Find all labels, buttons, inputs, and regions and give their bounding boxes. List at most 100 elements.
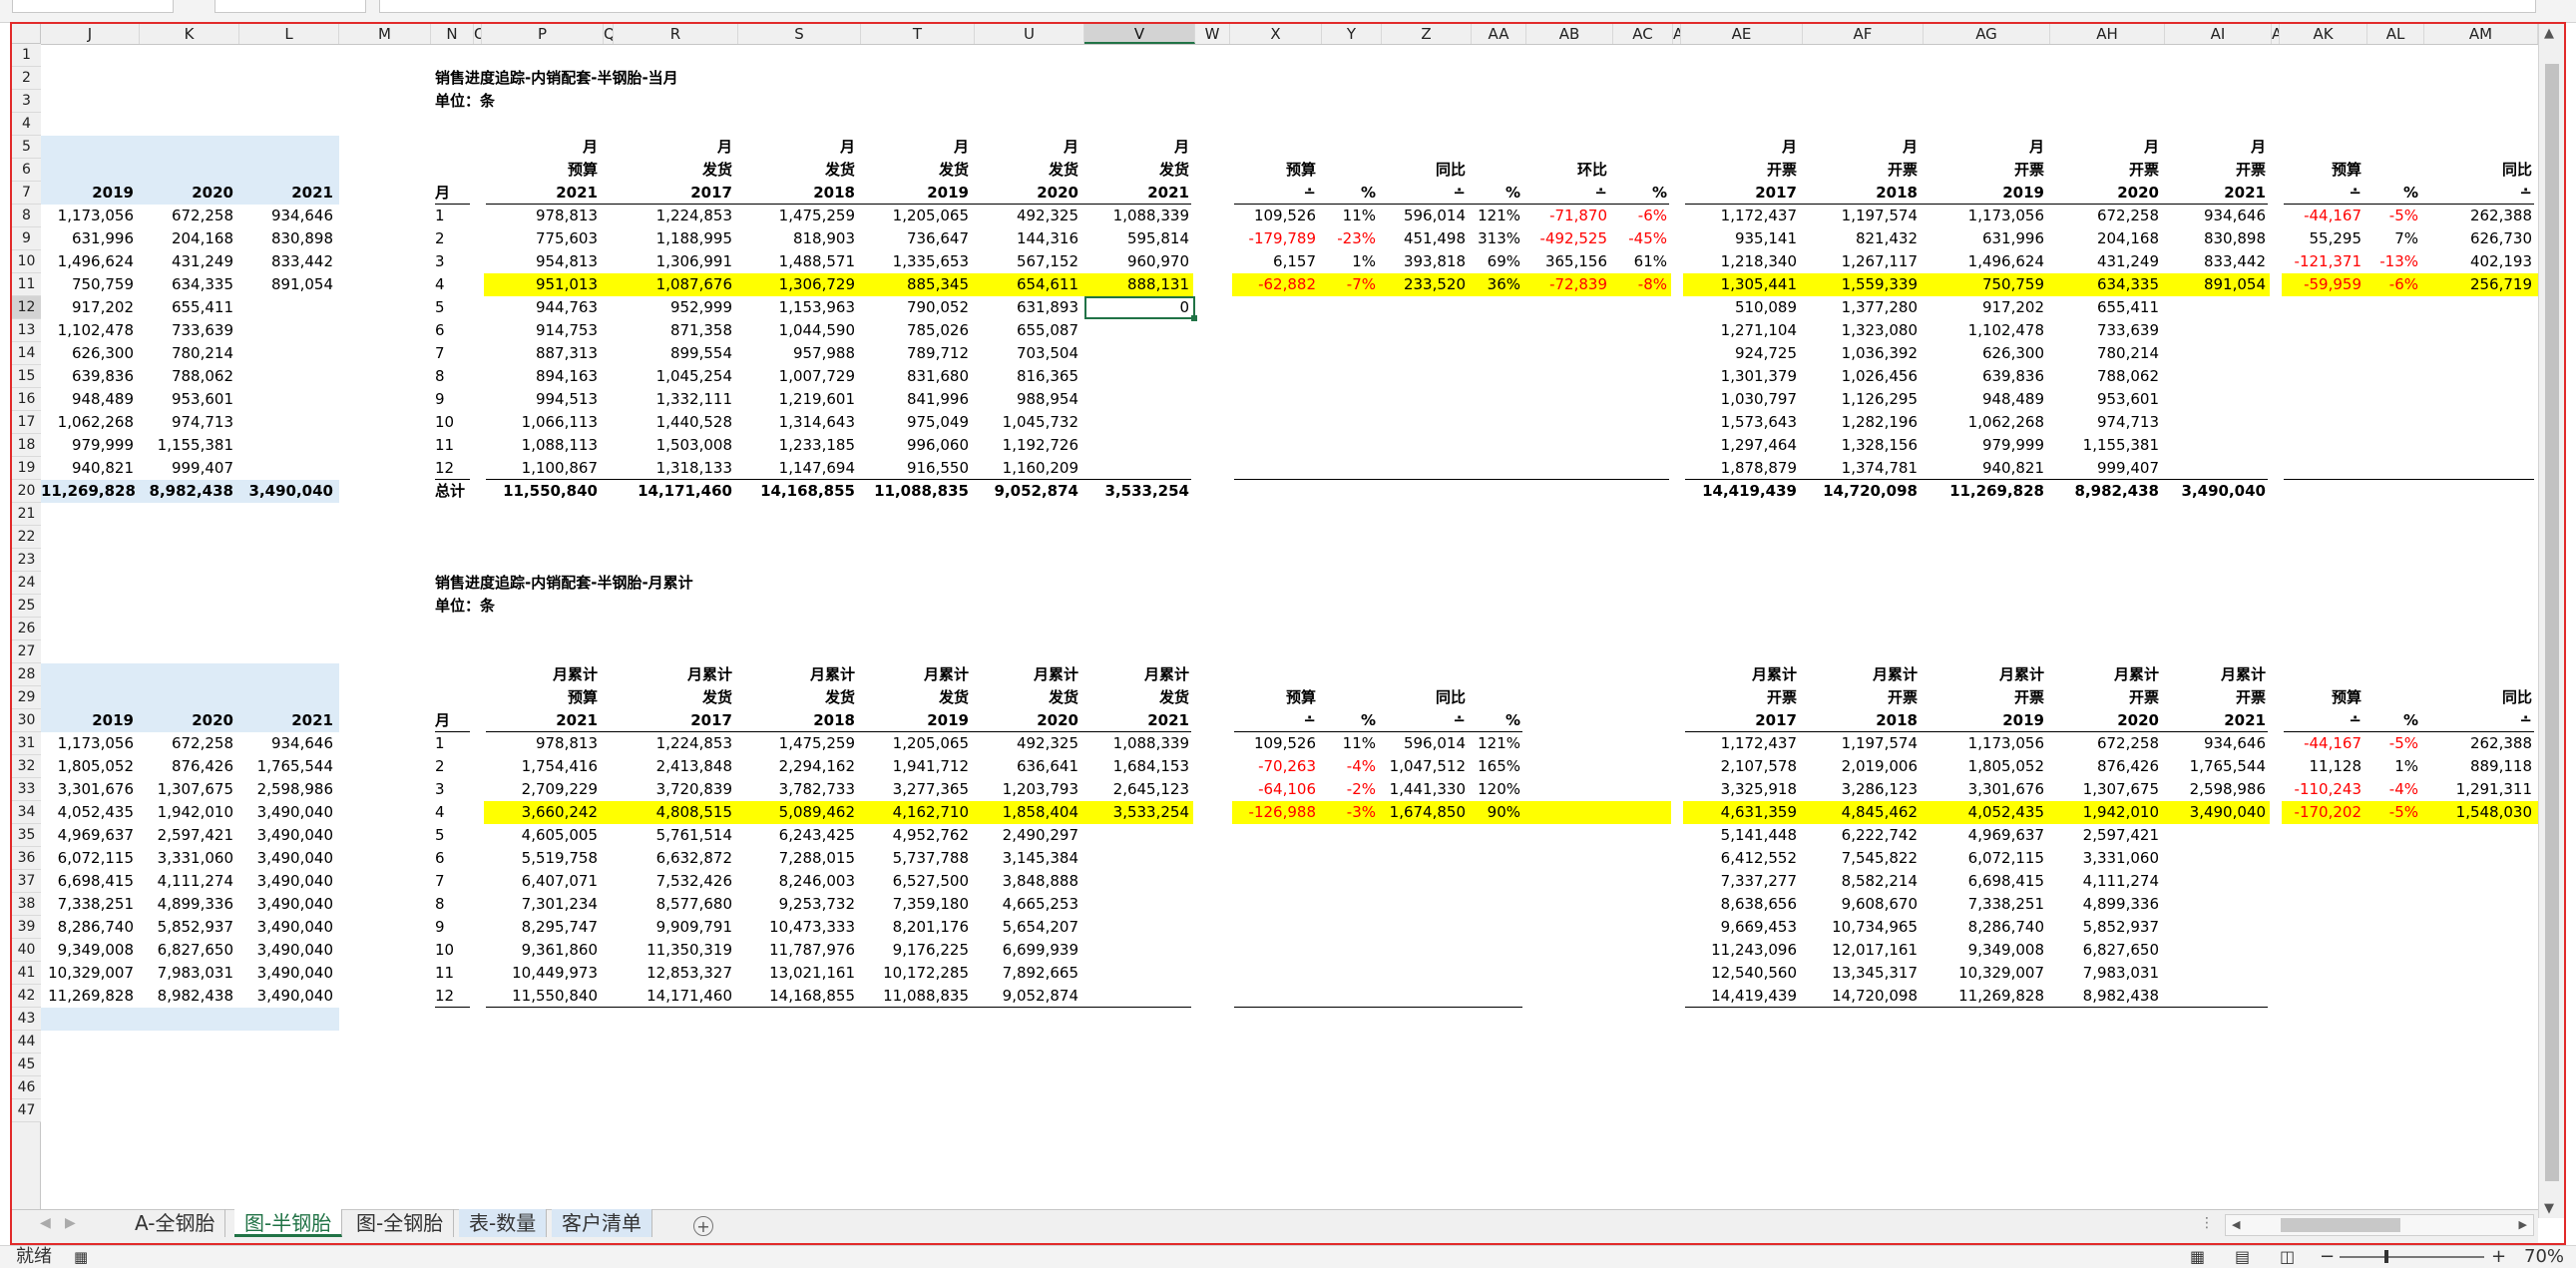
cell-z32[interactable]: 1,047,512	[1382, 755, 1472, 778]
cell-ak32[interactable]: 11,128	[2280, 755, 2367, 778]
cell-k33[interactable]: 1,307,675	[140, 778, 239, 801]
cell-ag18[interactable]: 979,999	[1924, 434, 2050, 457]
column-header-ab[interactable]: AB	[1526, 24, 1613, 44]
cell-ae41[interactable]: 12,540,560	[1681, 962, 1803, 985]
cell-p32[interactable]: 1,754,416	[482, 755, 604, 778]
cell-k41[interactable]: 7,983,031	[140, 962, 239, 985]
cell-l15[interactable]	[239, 365, 339, 388]
cell-v5[interactable]: 月	[1084, 136, 1195, 159]
horizontal-scrollbar[interactable]: ◀ ▶	[2225, 1214, 2534, 1236]
cell-s16[interactable]: 1,219,601	[738, 388, 861, 411]
cell-j18[interactable]: 979,999	[41, 434, 140, 457]
cell-ag11[interactable]: 750,759	[1924, 273, 2050, 296]
cell-t42[interactable]: 11,088,835	[861, 985, 975, 1008]
cell-v14[interactable]	[1084, 342, 1195, 365]
cell-u42[interactable]: 9,052,874	[975, 985, 1084, 1008]
cell-n31[interactable]: 1	[431, 732, 474, 755]
cell-af7[interactable]: 2018	[1803, 182, 1924, 205]
cell-r17[interactable]: 1,440,528	[614, 411, 738, 434]
cell-ai36[interactable]	[2165, 847, 2272, 870]
cell-l39[interactable]: 3,490,040	[239, 916, 339, 939]
cell-ai5[interactable]: 月	[2165, 136, 2272, 159]
cell-j14[interactable]: 626,300	[41, 342, 140, 365]
cell-s5[interactable]: 月	[738, 136, 861, 159]
cell-s14[interactable]: 957,988	[738, 342, 861, 365]
cell-u13[interactable]: 655,087	[975, 319, 1084, 342]
row-header-10[interactable]: 10	[12, 250, 41, 273]
cell-ak11[interactable]: -59,959	[2280, 273, 2367, 296]
row-header-27[interactable]: 27	[12, 640, 41, 663]
cell-ai17[interactable]	[2165, 411, 2272, 434]
cell-l35[interactable]: 3,490,040	[239, 824, 339, 847]
cell-ag20[interactable]: 11,269,828	[1924, 480, 2050, 503]
cell-ah14[interactable]: 780,214	[2050, 342, 2165, 365]
cell-x30[interactable]: ∸	[1230, 709, 1322, 732]
cell-ac8[interactable]: -6%	[1613, 205, 1673, 227]
column-header-af[interactable]: AF	[1803, 24, 1924, 44]
cell-am11[interactable]: 256,719	[2424, 273, 2538, 296]
cell-x9[interactable]: -179,789	[1230, 227, 1322, 250]
cell-s39[interactable]: 10,473,333	[738, 916, 861, 939]
cell-u40[interactable]: 6,699,939	[975, 939, 1084, 962]
cell-k19[interactable]: 999,407	[140, 457, 239, 480]
row-header-22[interactable]: 22	[12, 526, 41, 549]
cell-v30[interactable]: 2021	[1084, 709, 1195, 732]
scroll-right-icon[interactable]: ▶	[2519, 1218, 2527, 1231]
cell-ah6[interactable]: 开票	[2050, 159, 2165, 182]
cell-y9[interactable]: -23%	[1322, 227, 1382, 250]
cell-n33[interactable]: 3	[431, 778, 474, 801]
cell-ah13[interactable]: 733,639	[2050, 319, 2165, 342]
cell-k36[interactable]: 3,331,060	[140, 847, 239, 870]
cell-ah39[interactable]: 5,852,937	[2050, 916, 2165, 939]
cell-ae32[interactable]: 2,107,578	[1681, 755, 1803, 778]
cell-ah32[interactable]: 876,426	[2050, 755, 2165, 778]
cell-ae30[interactable]: 2017	[1681, 709, 1803, 732]
cell-z7[interactable]: ∸	[1382, 182, 1472, 205]
cell-ae17[interactable]: 1,573,643	[1681, 411, 1803, 434]
cell-ae14[interactable]: 924,725	[1681, 342, 1803, 365]
cell-j12[interactable]: 917,202	[41, 296, 140, 319]
cell-ae15[interactable]: 1,301,379	[1681, 365, 1803, 388]
row-header-17[interactable]: 17	[12, 411, 41, 434]
cell-af18[interactable]: 1,328,156	[1803, 434, 1924, 457]
cell-ae11[interactable]: 1,305,441	[1681, 273, 1803, 296]
cell-ae28[interactable]: 月累计	[1681, 663, 1803, 686]
cell-l11[interactable]: 891,054	[239, 273, 339, 296]
cell-x8[interactable]: 109,526	[1230, 205, 1322, 227]
column-header-ai[interactable]: AI	[2165, 24, 2272, 44]
cell-k35[interactable]: 2,597,421	[140, 824, 239, 847]
cell-r16[interactable]: 1,332,111	[614, 388, 738, 411]
cell-l16[interactable]	[239, 388, 339, 411]
row-header-41[interactable]: 41	[12, 962, 41, 985]
cell-af36[interactable]: 7,545,822	[1803, 847, 1924, 870]
cell-k16[interactable]: 953,601	[140, 388, 239, 411]
cell-ae9[interactable]: 935,141	[1681, 227, 1803, 250]
cell-aa11[interactable]: 36%	[1472, 273, 1526, 296]
cell-j39[interactable]: 8,286,740	[41, 916, 140, 939]
cell-n8[interactable]: 1	[431, 205, 474, 227]
cell-p15[interactable]: 894,163	[482, 365, 604, 388]
cell-v17[interactable]	[1084, 411, 1195, 434]
cell-r8[interactable]: 1,224,853	[614, 205, 738, 227]
cell-s6[interactable]: 发货	[738, 159, 861, 182]
cell-ag41[interactable]: 10,329,007	[1924, 962, 2050, 985]
cell-x29[interactable]: 预算	[1230, 686, 1322, 709]
cell-ai39[interactable]	[2165, 916, 2272, 939]
row-header-8[interactable]: 8	[12, 205, 41, 227]
cell-k31[interactable]: 672,258	[140, 732, 239, 755]
cell-k42[interactable]: 8,982,438	[140, 985, 239, 1008]
row-header-20[interactable]: 20	[12, 480, 41, 503]
cell-n10[interactable]: 3	[431, 250, 474, 273]
column-header-z[interactable]: Z	[1382, 24, 1472, 44]
cell-ai32[interactable]: 1,765,544	[2165, 755, 2272, 778]
cell-u15[interactable]: 816,365	[975, 365, 1084, 388]
cell-s36[interactable]: 7,288,015	[738, 847, 861, 870]
row-header-38[interactable]: 38	[12, 893, 41, 916]
column-header-y[interactable]: Y	[1322, 24, 1382, 44]
cell-u17[interactable]: 1,045,732	[975, 411, 1084, 434]
row-header-12[interactable]: 12	[12, 296, 41, 319]
cell-n34[interactable]: 4	[431, 801, 474, 824]
row-header-16[interactable]: 16	[12, 388, 41, 411]
cell-ag38[interactable]: 7,338,251	[1924, 893, 2050, 916]
cell-v33[interactable]: 2,645,123	[1084, 778, 1195, 801]
